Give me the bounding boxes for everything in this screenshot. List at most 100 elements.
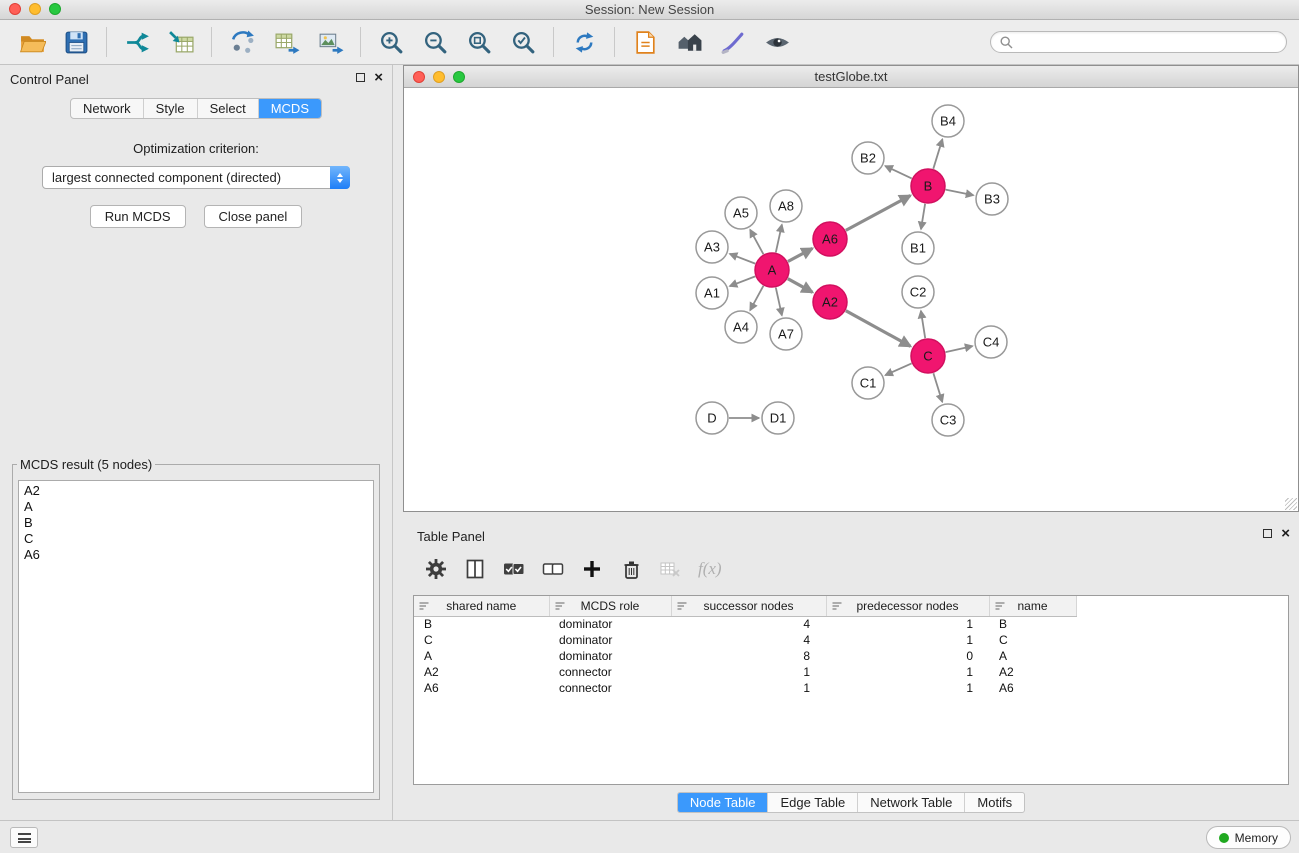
open-document-button[interactable] xyxy=(628,25,662,59)
column-header-predecessor-nodes[interactable]: predecessor nodes xyxy=(826,596,989,616)
graph-node[interactable]: C2 xyxy=(902,276,934,308)
node-table[interactable]: shared name MCDS role successor nodes pr… xyxy=(413,595,1289,785)
search-input[interactable] xyxy=(1019,34,1277,50)
graph-node[interactable]: A5 xyxy=(725,197,757,229)
graph-edge[interactable] xyxy=(750,286,763,311)
dropdown-stepper-icon[interactable] xyxy=(330,166,350,189)
delete-icon[interactable] xyxy=(620,558,642,580)
import-table-button[interactable] xyxy=(164,25,198,59)
graph-node[interactable]: A1 xyxy=(696,277,728,309)
network-graph[interactable]: B4B2BB3A8A5A6A3B1AC2A1A2A4A7C4CC1C3DD1 xyxy=(404,88,1298,510)
zoom-out-button[interactable] xyxy=(418,25,452,59)
add-icon[interactable] xyxy=(581,558,603,580)
tab-edge-table[interactable]: Edge Table xyxy=(768,793,858,812)
criterion-dropdown[interactable]: largest connected component (directed) xyxy=(42,166,350,189)
style-brush-button[interactable] xyxy=(716,25,750,59)
result-item[interactable]: C xyxy=(24,531,368,547)
graph-node[interactable]: B2 xyxy=(852,142,884,174)
export-table-button[interactable] xyxy=(269,25,303,59)
open-session-button[interactable] xyxy=(15,25,49,59)
graph-edge[interactable] xyxy=(776,225,782,253)
close-panel-button[interactable]: Close panel xyxy=(204,205,303,228)
column-header-mcds-role[interactable]: MCDS role xyxy=(549,596,671,616)
graph-edge[interactable] xyxy=(946,190,974,196)
tab-node-table[interactable]: Node Table xyxy=(678,793,769,812)
tab-motifs[interactable]: Motifs xyxy=(965,793,1024,812)
graph-node[interactable]: B3 xyxy=(976,183,1008,215)
show-details-button[interactable] xyxy=(760,25,794,59)
table-row[interactable]: Bdominator41B xyxy=(414,616,1288,632)
tab-network-table[interactable]: Network Table xyxy=(858,793,965,812)
close-panel-icon[interactable]: × xyxy=(374,72,383,83)
graph-node[interactable]: D1 xyxy=(762,402,794,434)
graph-edge[interactable] xyxy=(750,230,763,255)
graph-node[interactable]: C4 xyxy=(975,326,1007,358)
tab-style[interactable]: Style xyxy=(144,99,198,118)
task-history-button[interactable] xyxy=(10,827,38,848)
graph-edge[interactable] xyxy=(788,248,813,261)
graph-node[interactable]: A3 xyxy=(696,231,728,263)
zoom-fit-button[interactable] xyxy=(462,25,496,59)
graph-node[interactable]: A4 xyxy=(725,311,757,343)
gear-icon[interactable] xyxy=(425,558,447,580)
graph-node[interactable]: A7 xyxy=(770,318,802,350)
result-item[interactable]: A6 xyxy=(24,547,368,563)
tab-select[interactable]: Select xyxy=(198,99,259,118)
graph-node[interactable]: C1 xyxy=(852,367,884,399)
graph-node[interactable]: C xyxy=(911,339,945,373)
graph-edge[interactable] xyxy=(885,363,911,375)
graph-edge[interactable] xyxy=(730,254,756,264)
graph-node[interactable]: A6 xyxy=(813,222,847,256)
network-maximize-button[interactable] xyxy=(453,71,465,83)
tab-mcds[interactable]: MCDS xyxy=(259,99,321,118)
select-all-icon[interactable] xyxy=(503,558,525,580)
network-minimize-button[interactable] xyxy=(433,71,445,83)
graph-edge[interactable] xyxy=(946,346,973,352)
column-header-successor-nodes[interactable]: successor nodes xyxy=(671,596,826,616)
graph-node[interactable]: B4 xyxy=(932,105,964,137)
deselect-all-icon[interactable] xyxy=(542,558,564,580)
import-network-button[interactable] xyxy=(120,25,154,59)
graph-node[interactable]: B xyxy=(911,169,945,203)
graph-node[interactable]: D xyxy=(696,402,728,434)
table-row[interactable]: Adominator80A xyxy=(414,648,1288,664)
table-row[interactable]: A2connector11A2 xyxy=(414,664,1288,680)
run-mcds-button[interactable]: Run MCDS xyxy=(90,205,186,228)
table-row[interactable]: A6connector11A6 xyxy=(414,680,1288,696)
graph-edge[interactable] xyxy=(776,288,782,316)
result-item[interactable]: A2 xyxy=(24,483,368,499)
graph-node[interactable]: A2 xyxy=(813,285,847,319)
graph-edge[interactable] xyxy=(846,311,911,347)
column-header-name[interactable]: name xyxy=(989,596,1076,616)
save-session-button[interactable] xyxy=(59,25,93,59)
export-image-button[interactable] xyxy=(313,25,347,59)
tab-network[interactable]: Network xyxy=(71,99,144,118)
zoom-in-button[interactable] xyxy=(374,25,408,59)
close-panel-icon[interactable]: × xyxy=(1281,528,1290,539)
export-network-button[interactable] xyxy=(225,25,259,59)
apply-layout-button[interactable] xyxy=(567,25,601,59)
column-header-shared-name[interactable]: shared name xyxy=(414,596,549,616)
search-field[interactable] xyxy=(990,31,1287,53)
network-canvas[interactable]: B4B2BB3A8A5A6A3B1AC2A1A2A4A7C4CC1C3DD1 xyxy=(404,88,1298,511)
network-close-button[interactable] xyxy=(413,71,425,83)
graph-node[interactable]: A8 xyxy=(770,190,802,222)
float-panel-icon[interactable] xyxy=(356,73,365,82)
graph-edge[interactable] xyxy=(933,139,942,169)
float-panel-icon[interactable] xyxy=(1263,529,1272,538)
home-button[interactable] xyxy=(672,25,706,59)
graph-edge[interactable] xyxy=(730,276,756,286)
memory-button[interactable]: Memory xyxy=(1206,826,1291,849)
graph-node[interactable]: C3 xyxy=(932,404,964,436)
graph-node[interactable]: A xyxy=(755,253,789,287)
result-item[interactable]: B xyxy=(24,515,368,531)
graph-edge[interactable] xyxy=(788,279,813,293)
result-item[interactable]: A xyxy=(24,499,368,515)
graph-edge[interactable] xyxy=(921,204,925,229)
show-columns-icon[interactable] xyxy=(464,558,486,580)
resize-grip[interactable] xyxy=(1285,498,1297,510)
table-row[interactable]: Cdominator41C xyxy=(414,632,1288,648)
network-window-titlebar[interactable]: testGlobe.txt xyxy=(404,66,1298,88)
graph-edge[interactable] xyxy=(885,166,912,178)
graph-edge[interactable] xyxy=(921,311,925,338)
